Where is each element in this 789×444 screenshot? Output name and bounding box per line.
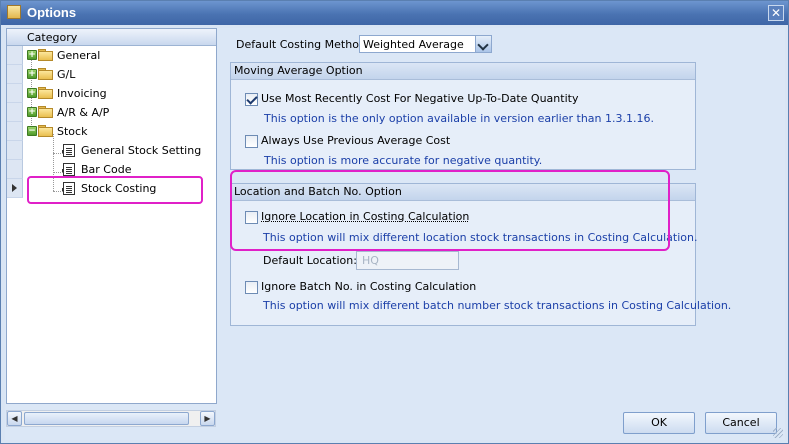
row-header — [7, 103, 23, 122]
costing-method-value: Weighted Average — [363, 38, 464, 51]
resize-grip-icon[interactable] — [773, 428, 783, 438]
ignore-batch-note: This option will mix different batch num… — [263, 299, 732, 312]
scroll-right-icon[interactable]: ▶ — [200, 411, 215, 426]
default-location-label: Default Location: — [263, 254, 357, 267]
tree-item-label: G/L — [57, 68, 76, 81]
page-icon — [62, 144, 75, 157]
tree-item-ar-ap[interactable]: + A/R & A/P — [7, 103, 216, 122]
selection-highlight — [27, 176, 203, 204]
window-title: Options — [27, 5, 77, 20]
expand-plus-icon[interactable]: + — [27, 107, 37, 117]
collapse-minus-icon[interactable]: − — [27, 126, 37, 136]
folder-icon — [38, 87, 53, 99]
tree-item-invoicing[interactable]: + Invoicing — [7, 84, 216, 103]
cancel-button[interactable]: Cancel — [705, 412, 777, 434]
most-recent-cost-label[interactable]: Use Most Recently Cost For Negative Up-T… — [261, 92, 578, 105]
ignore-batch-label[interactable]: Ignore Batch No. in Costing Calculation — [261, 280, 476, 293]
default-location-field[interactable]: HQ — [356, 251, 459, 270]
scroll-thumb[interactable] — [24, 412, 189, 425]
close-icon[interactable]: ✕ — [768, 5, 784, 21]
tree-item-label: Stock — [57, 125, 88, 138]
most-recent-cost-note: This option is the only option available… — [264, 112, 654, 125]
row-header — [7, 141, 23, 160]
options-dialog: Options ✕ Category + General + G/L + Inv… — [0, 0, 789, 444]
row-header-current — [7, 179, 23, 198]
tree-item-gl[interactable]: + G/L — [7, 65, 216, 84]
most-recent-cost-checkbox[interactable] — [245, 93, 258, 106]
costing-method-select[interactable]: Weighted Average — [359, 35, 492, 53]
previous-average-cost-label[interactable]: Always Use Previous Average Cost — [261, 134, 450, 147]
folder-icon — [38, 125, 53, 137]
chevron-down-icon[interactable] — [475, 36, 491, 52]
row-header — [7, 160, 23, 179]
ok-button[interactable]: OK — [623, 412, 695, 434]
page-icon — [62, 163, 75, 176]
expand-plus-icon[interactable]: + — [27, 50, 37, 60]
tree-item-general[interactable]: + General — [7, 46, 216, 65]
tree-item-stock[interactable]: − Stock — [7, 122, 216, 141]
options-app-icon — [7, 5, 21, 19]
row-header — [7, 65, 23, 84]
folder-icon — [38, 106, 53, 118]
category-tree: Category + General + G/L + Invoicing + A… — [6, 28, 217, 404]
tree-item-general-stock-setting[interactable]: General Stock Setting — [7, 141, 216, 160]
row-header — [7, 84, 23, 103]
previous-average-cost-note: This option is more accurate for negativ… — [264, 154, 543, 167]
category-header: Category — [7, 29, 216, 46]
tree-item-label: General — [57, 49, 101, 62]
row-header — [7, 46, 23, 65]
expand-plus-icon[interactable]: + — [27, 69, 37, 79]
group-header: Moving Average Option — [231, 63, 695, 80]
tree-item-label: General Stock Setting — [81, 144, 202, 157]
ignore-batch-checkbox[interactable] — [245, 281, 258, 294]
costing-method-label: Default Costing Method: — [236, 38, 370, 51]
row-header — [7, 122, 23, 141]
tree-item-label: Invoicing — [57, 87, 107, 100]
title-bar[interactable]: Options ✕ — [1, 1, 788, 25]
horizontal-scrollbar[interactable]: ◀ ▶ — [6, 410, 216, 427]
expand-plus-icon[interactable]: + — [27, 88, 37, 98]
default-location-value: HQ — [362, 254, 379, 267]
tree-item-label: A/R & A/P — [57, 106, 110, 119]
current-row-arrow-icon — [12, 184, 17, 192]
previous-average-cost-checkbox[interactable] — [245, 135, 258, 148]
location-highlight — [230, 170, 670, 251]
category-header-label: Category — [27, 31, 78, 44]
moving-average-title: Moving Average Option — [234, 64, 363, 77]
tree-item-label: Bar Code — [81, 163, 132, 176]
scroll-left-icon[interactable]: ◀ — [7, 411, 22, 426]
folder-icon — [38, 49, 53, 61]
folder-icon — [38, 68, 53, 80]
moving-average-group: Moving Average Option Use Most Recently … — [230, 62, 696, 170]
